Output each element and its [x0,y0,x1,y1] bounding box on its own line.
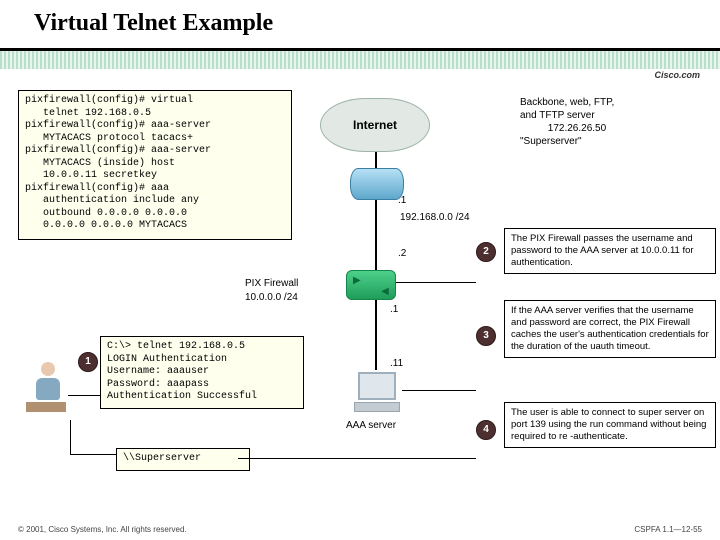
router-inside-ip: .1 [398,195,406,206]
superserver-caption: Backbone, web, FTP, and TFTP server 172.… [520,96,700,148]
link-cloud-router [375,152,377,168]
step-4-badge: 4 [476,420,496,440]
router-icon [350,168,404,200]
step-4-callout: The user is able to connect to super ser… [504,402,716,448]
step-2-badge: 2 [476,242,496,262]
pix-firewall-label: PIX Firewall [245,278,298,289]
aaa-ip-label: .11 [390,358,403,369]
leader-user-super-v [70,420,71,454]
title-divider [0,48,720,69]
step-3-badge: 3 [476,326,496,346]
step-2-callout: The PIX Firewall passes the username and… [504,228,716,274]
pix-firewall-icon [346,270,396,300]
pix-config-box: pixfirewall(config)# virtual telnet 192.… [18,90,292,240]
user-pc-icon [26,362,70,422]
leader-step4 [238,458,476,459]
leader-user-super-h [70,454,116,455]
aaa-server-icon [354,372,400,416]
pix-inside-ip: .1 [390,304,398,315]
step-1-badge: 1 [78,352,98,372]
footer-slide-id: CSPFA 1.1—12-55 [634,525,702,534]
page-title: Virtual Telnet Example [34,10,273,37]
cloud-label: Internet [353,118,397,132]
leader-user-telnet [68,395,100,396]
pix-outside-ip: .2 [398,248,406,259]
leader-step2 [396,282,476,283]
link-pix-lan [375,300,377,370]
footer-copyright: © 2001, Cisco Systems, Inc. All rights r… [18,525,187,534]
inside-net-label: 10.0.0.0 /24 [245,292,298,303]
step-3-callout: If the AAA server verifies that the user… [504,300,716,358]
leader-step3 [402,390,476,391]
aaa-server-label: AAA server [346,420,396,431]
telnet-session-box: C:\> telnet 192.168.0.5 LOGIN Authentica… [100,336,304,409]
outside-net-label: 192.168.0.0 /24 [400,212,470,223]
internet-cloud: Internet [320,98,430,152]
superserver-cmd-box: \\Superserver [116,448,250,471]
link-router-pix [375,200,377,270]
brand-label: Cisco.com [654,70,700,80]
